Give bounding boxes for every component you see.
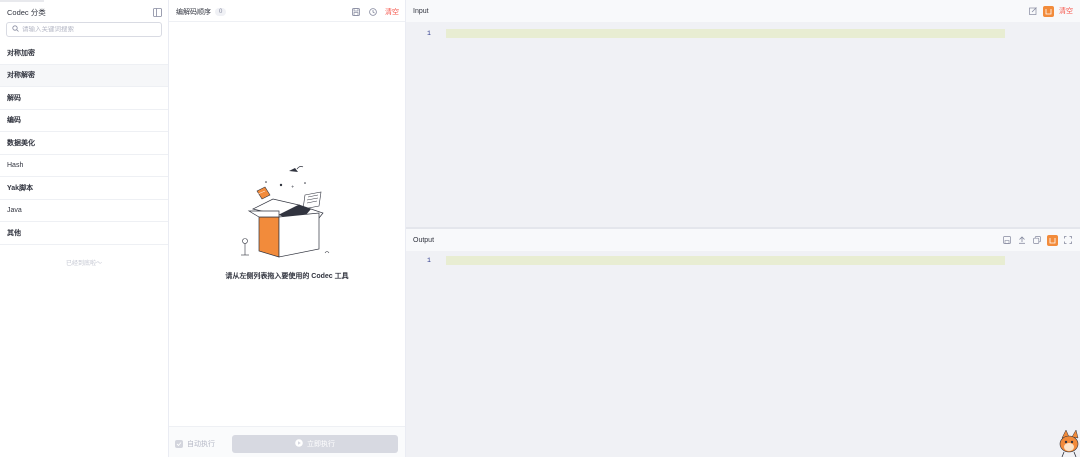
category-item-symmetric-encrypt[interactable]: 对称加密	[0, 42, 168, 65]
sequence-title: 编解码顺序	[176, 9, 211, 16]
category-search	[6, 22, 162, 37]
sequence-actions: 清空	[351, 7, 399, 17]
output-editor-title: Output	[413, 236, 435, 244]
sequence-clear-button[interactable]: 清空	[385, 7, 399, 17]
category-item-java[interactable]: Java	[0, 200, 168, 222]
list-end-text: 已经到底啦～	[65, 261, 102, 267]
fullscreen-icon[interactable]	[1063, 235, 1073, 245]
auto-run-label: 自动执行	[187, 441, 215, 448]
sequence-divider	[169, 21, 405, 22]
category-item-decode[interactable]: 解码	[0, 87, 168, 110]
category-item-yak-script[interactable]: Yak脚本	[0, 177, 168, 200]
category-item-beautify[interactable]: 数据美化	[0, 132, 168, 155]
sequence-title-group: 编解码顺序 0	[176, 7, 227, 17]
svg-text:+: +	[291, 184, 294, 189]
search-icon	[12, 25, 19, 34]
wrap-toggle-icon[interactable]	[1043, 5, 1054, 17]
play-icon	[295, 439, 303, 449]
sequence-count-badge: 0	[215, 8, 227, 16]
input-clear-button[interactable]: 清空	[1059, 6, 1073, 16]
category-item-encode[interactable]: 编码	[0, 110, 168, 132]
collapse-sidebar-icon[interactable]	[152, 7, 162, 17]
sequence-header: 编解码顺序 0 清空	[176, 6, 399, 18]
upload-icon[interactable]	[1017, 235, 1027, 245]
category-header: Codec 分类	[7, 6, 162, 18]
auto-run-toggle[interactable]: 自动执行	[175, 439, 215, 449]
category-title: Codec 分类	[7, 7, 46, 17]
run-now-button[interactable]: 立即执行	[232, 435, 398, 453]
category-item-symmetric-decrypt[interactable]: 对称解密	[0, 64, 168, 87]
input-line-number: 1	[427, 30, 431, 37]
wrap-toggle-icon[interactable]	[1047, 234, 1058, 246]
codec-app: Codec 分类 对称加密 对称解密 解码 编码 数据美化 Hash Yak脚本…	[0, 0, 1080, 457]
input-editor-actions: 清空	[1028, 5, 1073, 17]
output-editor-header: Output	[406, 229, 1080, 251]
output-current-line-highlight	[446, 256, 1005, 265]
top-tab-indicator	[0, 0, 44, 2]
category-item-other[interactable]: 其他	[0, 222, 168, 245]
search-input[interactable]	[22, 26, 152, 33]
run-now-label: 立即执行	[307, 441, 335, 448]
codec-category-panel: Codec 分类 对称加密 对称解密 解码 编码 数据美化 Hash Yak脚本…	[0, 0, 169, 457]
input-editor-title: Input	[413, 7, 429, 15]
copy-icon[interactable]	[1032, 235, 1042, 245]
output-editor[interactable]: 1	[406, 251, 1080, 457]
edit-icon[interactable]	[1028, 6, 1038, 16]
codec-sequence-panel: 编解码顺序 0 清空 + 请从左侧列表拖入要使用的 Codec 工具 自动执行 …	[169, 0, 406, 457]
save-icon[interactable]	[351, 7, 361, 17]
category-item-hash[interactable]: Hash	[0, 155, 168, 177]
output-line-number: 1	[427, 257, 431, 264]
empty-box-illustration: +	[241, 165, 330, 258]
category-list: 对称加密 对称解密 解码 编码 数据美化 Hash Yak脚本 Java 其他	[0, 42, 168, 245]
output-editor-actions	[1002, 234, 1073, 246]
history-icon[interactable]	[368, 7, 378, 17]
input-editor-header: Input 清空	[406, 0, 1080, 22]
input-editor[interactable]: 1	[406, 22, 1080, 227]
checkbox-icon[interactable]	[175, 440, 183, 448]
save-icon[interactable]	[1002, 235, 1012, 245]
editor-column: Input 清空 1 Output 1	[406, 0, 1080, 457]
empty-state-text: 请从左侧列表拖入要使用的 Codec 工具	[225, 273, 349, 280]
input-current-line-highlight	[446, 29, 1005, 38]
mascot-icon[interactable]	[1058, 428, 1080, 457]
sequence-footer: 自动执行 立即执行	[169, 426, 405, 457]
